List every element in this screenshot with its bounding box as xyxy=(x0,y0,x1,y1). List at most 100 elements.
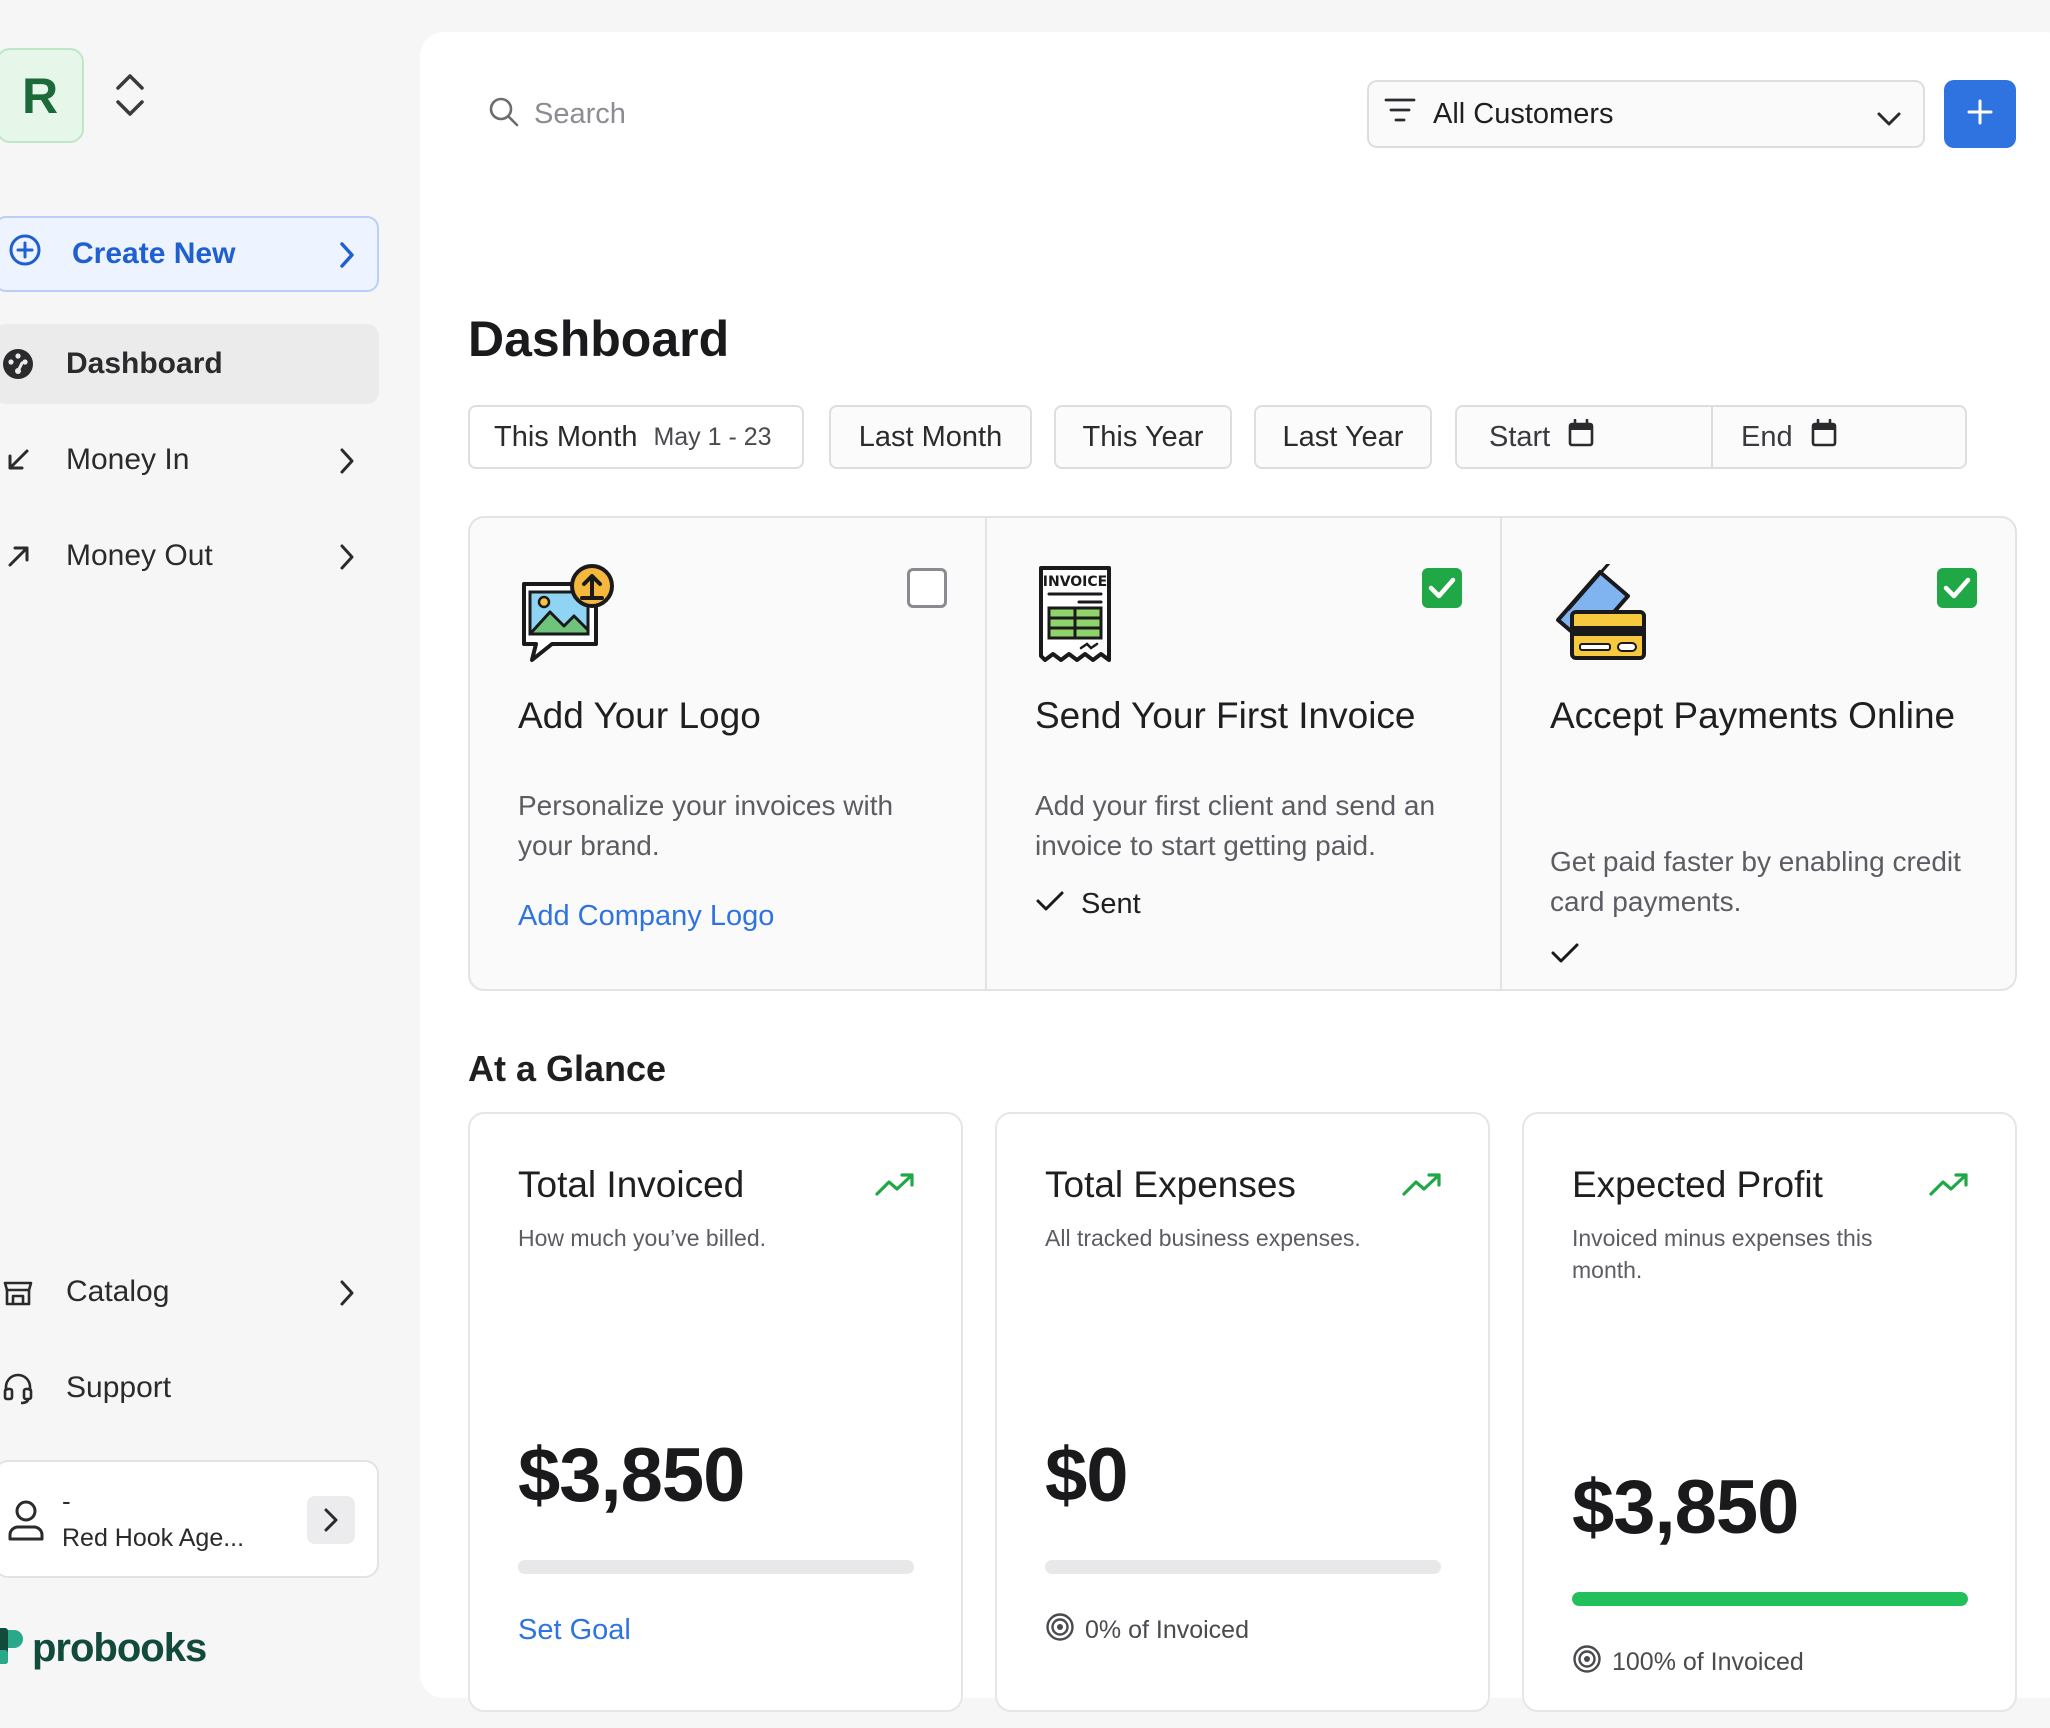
end-date-label: End xyxy=(1741,420,1793,453)
percent-of-invoiced: 0% of Invoiced xyxy=(1045,1612,1249,1649)
start-date-field[interactable]: Start xyxy=(1489,407,1594,467)
arrow-down-left-icon xyxy=(0,442,36,478)
card-title: Expected Profit xyxy=(1572,1164,1823,1205)
target-icon xyxy=(1045,1612,1075,1649)
user-name: Red Hook Age... xyxy=(62,1524,245,1552)
sidebar-item-label: Support xyxy=(66,1371,172,1404)
user-account-card[interactable]: - Red Hook Age... xyxy=(0,1460,379,1578)
step-status-label: Sent xyxy=(1081,888,1141,920)
add-button[interactable] xyxy=(1944,80,2016,148)
org-initial: R xyxy=(21,67,59,124)
upload-image-icon xyxy=(518,564,618,669)
card-subtitle: All tracked business expenses. xyxy=(1045,1225,1361,1251)
org-switcher-icon[interactable] xyxy=(112,70,148,120)
progress-bar xyxy=(518,1560,914,1574)
create-new-button[interactable]: Create New xyxy=(0,216,379,292)
create-new-label: Create New xyxy=(72,237,236,270)
end-date-field[interactable]: End xyxy=(1727,407,1837,467)
search-input[interactable] xyxy=(534,98,1034,131)
calendar-icon xyxy=(1793,418,1837,455)
start-date-label: Start xyxy=(1489,420,1551,453)
chevron-right-icon xyxy=(337,1278,357,1316)
card-value: $0 xyxy=(1045,1433,1129,1518)
filter-label: This Month xyxy=(494,420,638,453)
user-menu-button[interactable] xyxy=(307,1496,355,1544)
step-checkbox[interactable] xyxy=(907,568,947,608)
headset-icon xyxy=(0,1370,36,1406)
sidebar-item-dashboard[interactable]: Dashboard xyxy=(0,324,379,404)
filter-last-year[interactable]: Last Year xyxy=(1254,405,1432,469)
date-range-picker: Start End xyxy=(1455,405,1967,469)
step-title: Accept Payments Online xyxy=(1550,695,1956,736)
trending-up-icon xyxy=(1402,1172,1442,1201)
filter-label: Last Year xyxy=(1282,420,1404,453)
sidebar-item-money-out[interactable]: Money Out xyxy=(0,516,379,596)
sidebar-item-label: Catalog xyxy=(66,1275,170,1308)
card-title: Total Invoiced xyxy=(518,1164,745,1205)
sidebar: R Create New Dashboard Money In Money Ou… xyxy=(0,0,420,1728)
invoice-icon: INVOICE xyxy=(1035,564,1119,669)
filter-this-year[interactable]: This Year xyxy=(1054,405,1232,469)
filter-label: This Year xyxy=(1082,420,1204,453)
filter-this-month[interactable]: This Month May 1 - 23 xyxy=(468,405,804,469)
customer-filter-value: All Customers xyxy=(1433,97,1614,130)
progress-bar xyxy=(1572,1592,1968,1606)
set-goal-link[interactable]: Set Goal xyxy=(518,1614,631,1647)
card-total-expenses: Total Expenses All tracked business expe… xyxy=(995,1112,1490,1712)
calendar-icon xyxy=(1550,418,1594,455)
step-description: Personalize your invoices with your bran… xyxy=(518,790,894,861)
step-checkbox-checked[interactable] xyxy=(1937,568,1977,608)
divider xyxy=(1711,407,1713,467)
step-status: Sent xyxy=(1035,888,1141,921)
target-icon xyxy=(1572,1644,1602,1681)
sidebar-item-label: Money Out xyxy=(66,539,213,572)
card-subtitle: How much you’ve billed. xyxy=(518,1225,767,1251)
progress-bar xyxy=(1045,1560,1441,1574)
org-avatar[interactable]: R xyxy=(0,48,84,143)
setup-step-invoice: INVOICE Send Your First Invoice Add your… xyxy=(985,518,1500,989)
filter-range: May 1 - 23 xyxy=(653,422,772,451)
setup-checklist: Add Your Logo Personalize your invoices … xyxy=(468,516,2017,991)
filter-last-month[interactable]: Last Month xyxy=(829,405,1032,469)
sidebar-item-money-in[interactable]: Money In xyxy=(0,420,379,500)
section-title: At a Glance xyxy=(468,1048,667,1089)
step-status xyxy=(1550,940,1596,973)
chevron-right-icon xyxy=(337,240,357,278)
card-subtitle: Invoiced minus expenses this month. xyxy=(1572,1225,1873,1283)
chevron-right-icon xyxy=(337,446,357,484)
step-checkbox-checked[interactable] xyxy=(1422,568,1462,608)
sidebar-item-catalog[interactable]: Catalog xyxy=(0,1252,379,1332)
card-total-invoiced: Total Invoiced How much you’ve billed. $… xyxy=(468,1112,963,1712)
checkmark-icon xyxy=(1550,940,1580,973)
step-description: Get paid faster by enabling credit card … xyxy=(1550,846,1961,917)
sidebar-item-support[interactable]: Support xyxy=(0,1348,379,1428)
percent-label: 100% of Invoiced xyxy=(1612,1648,1804,1676)
chevron-down-icon xyxy=(1875,104,1903,137)
trending-up-icon xyxy=(875,1172,915,1201)
search-bar[interactable] xyxy=(488,96,1034,133)
storefront-icon xyxy=(0,1274,36,1310)
brand-logo: probooks xyxy=(0,1624,207,1673)
brand-name: probooks xyxy=(32,1626,207,1670)
add-company-logo-link[interactable]: Add Company Logo xyxy=(518,900,774,933)
step-title: Send Your First Invoice xyxy=(1035,695,1416,736)
main-panel: All Customers Dashboard This Month May 1… xyxy=(420,32,2050,1712)
setup-step-payments: Accept Payments Online Get paid faster b… xyxy=(1500,518,2015,989)
filter-icon xyxy=(1383,95,1417,133)
checkmark-icon xyxy=(1035,888,1065,921)
percent-label: 0% of Invoiced xyxy=(1085,1616,1249,1644)
dashboard-icon xyxy=(0,346,36,382)
svg-text:INVOICE: INVOICE xyxy=(1043,574,1107,590)
trending-up-icon xyxy=(1929,1172,1969,1201)
setup-step-logo: Add Your Logo Personalize your invoices … xyxy=(470,518,985,989)
credit-card-icon xyxy=(1550,561,1650,669)
user-subtitle: - xyxy=(62,1486,71,1516)
sidebar-item-label: Money In xyxy=(66,443,190,476)
step-description: Add your first client and send an invoic… xyxy=(1035,790,1436,861)
filter-label: Last Month xyxy=(858,420,1003,453)
sidebar-item-label: Dashboard xyxy=(66,347,223,380)
customer-filter-select[interactable]: All Customers xyxy=(1367,80,1925,148)
step-title: Add Your Logo xyxy=(518,695,761,736)
plus-circle-icon xyxy=(8,233,42,275)
search-icon xyxy=(488,96,520,133)
